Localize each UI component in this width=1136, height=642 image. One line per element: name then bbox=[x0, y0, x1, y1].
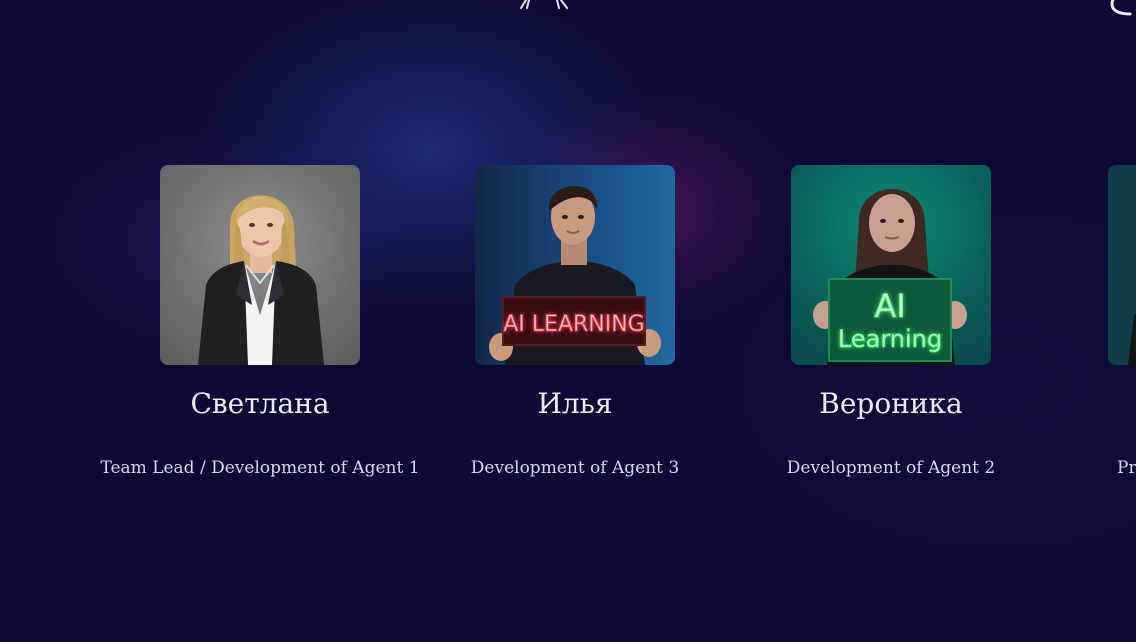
member-role: Development of Agent 3 bbox=[470, 458, 680, 478]
member-role: Pro bbox=[1117, 458, 1136, 478]
logo-icon bbox=[520, 0, 568, 9]
language-switch-icon[interactable] bbox=[1108, 0, 1136, 18]
portrait-man-neon-sign-icon: AI LEARNING AI LEARNING bbox=[475, 165, 675, 365]
portrait-woman-neon-sign-icon: AI AI Learning Learning bbox=[791, 165, 991, 365]
member-name: Вероника bbox=[819, 387, 963, 420]
member-name: Илья bbox=[537, 387, 613, 420]
portrait-woman-blazer-icon bbox=[160, 165, 360, 365]
member-role: Team Lead / Development of Agent 1 bbox=[100, 458, 420, 478]
member-name: Светлана bbox=[190, 387, 330, 420]
neon-sign-text: AI LEARNING bbox=[503, 312, 644, 337]
neon-sign-text: Learning bbox=[838, 325, 942, 353]
member-role: Development of Agent 2 bbox=[786, 458, 996, 478]
portrait-partial-icon bbox=[1108, 165, 1136, 365]
team-member-card: Pro bbox=[1108, 165, 1136, 485]
neon-sign-text: AI bbox=[874, 287, 905, 325]
